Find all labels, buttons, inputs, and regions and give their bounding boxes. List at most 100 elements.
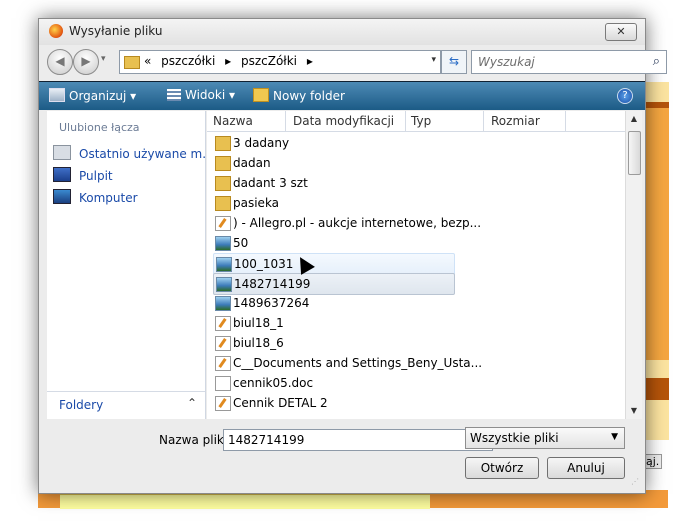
file-row[interactable]: 3 dadany [213,133,453,153]
favorite-link-desktop[interactable]: Pulpit [53,167,113,183]
background-yellow-bar [60,494,430,509]
breadcrumb-separator[interactable]: ▸ [307,54,313,68]
column-name[interactable]: Nazwa [213,114,253,128]
folder-icon [215,176,231,191]
filename-value: 1482714199 [228,433,305,447]
favorite-link-recent[interactable]: Ostatnio używane m... [53,145,214,161]
views-icon [167,89,181,101]
folder-icon [215,136,231,151]
file-name: dadant 3 szt [233,176,308,190]
favorite-label: Komputer [79,191,138,205]
file-row[interactable]: Cennik DETAL 2 [213,393,453,413]
file-row[interactable]: dadant 3 szt [213,173,453,193]
favorite-label: Pulpit [79,169,113,183]
organize-label: Organizuj ▾ [69,89,137,103]
file-name: 1489637264 [233,296,310,310]
file-upload-dialog: Wysyłanie pliku ✕ ◀ ▶ ▾ « pszczółki ▸ ps… [38,18,667,494]
organize-icon [49,88,65,102]
help-icon[interactable]: ? [617,88,633,104]
open-button[interactable]: Otwórz [465,457,539,479]
file-row[interactable]: biul18_1 [213,313,453,333]
file-type-value: Wszystkie pliki [470,431,559,445]
edit-document-icon [215,396,231,411]
search-icon[interactable]: ⌕ [653,54,660,69]
column-divider[interactable] [405,111,406,131]
new-folder-label: Nowy folder [273,89,345,103]
file-row[interactable]: cennik05.doc [213,373,453,393]
vertical-scrollbar[interactable]: ▲ ▼ [625,111,642,419]
edit-document-icon [215,316,231,331]
address-bar[interactable]: « pszczółki ▸ pszcZółki ▸ ▾ [119,50,441,74]
back-button[interactable]: ◀ [47,49,73,75]
file-name: 50 [233,236,249,250]
breadcrumb-separator[interactable]: ▸ [225,54,231,68]
image-icon [215,296,231,311]
folders-toggle[interactable]: Foldery ⌃ [47,391,205,418]
file-type-select[interactable]: Wszystkie pliki ▼ [465,427,625,449]
file-row[interactable]: biul18_6 [213,333,453,353]
edit-document-icon [215,336,231,351]
file-row-selected[interactable]: 1482714199 [213,273,455,295]
folder-icon [124,56,140,69]
column-date-modified[interactable]: Data modyfikacji [293,114,394,128]
folders-label: Foldery [59,398,104,412]
image-icon [215,236,231,251]
image-icon [216,257,232,272]
file-row[interactable]: C__Documents and Settings_Beny_Usta... [213,353,482,373]
chevron-up-icon[interactable]: ⌃ [187,396,197,410]
file-name: C__Documents and Settings_Beny_Usta... [233,356,483,370]
filename-input[interactable]: 1482714199 ▼ [223,429,493,451]
column-divider[interactable] [285,111,286,131]
views-label: Widoki ▾ [185,88,236,102]
computer-icon [53,189,71,204]
scroll-up-icon[interactable]: ▲ [626,111,642,127]
recent-pages-dropdown-icon[interactable]: ▾ [101,54,106,64]
forward-button[interactable]: ▶ [73,49,99,75]
scroll-down-icon[interactable]: ▼ [626,403,642,419]
navigation-row: ◀ ▶ ▾ « pszczółki ▸ pszcZółki ▸ ▾ ⇆ Wysz… [39,45,667,79]
toolbar: Organizuj ▾ Widoki ▾ Nowy folder ? [39,81,645,110]
refresh-icon[interactable]: ⇆ [441,50,467,74]
favorites-header: Ulubione łącza [59,121,140,134]
file-name: dadan [233,156,271,170]
file-name: 100_1031 [234,257,294,271]
column-size[interactable]: Rozmiar [491,114,540,128]
navigation-pane: Ulubione łącza Ostatnio używane m... Pul… [47,111,214,419]
views-menu-button[interactable]: Widoki ▾ [167,88,235,102]
resize-grip-icon[interactable]: ⋰ [631,477,639,486]
column-divider[interactable] [483,111,484,131]
image-icon [216,277,232,292]
search-placeholder: Wyszukaj [478,55,535,69]
address-dropdown-icon[interactable]: ▾ [431,55,436,65]
column-type[interactable]: Typ [411,114,431,128]
new-folder-button[interactable]: Nowy folder [253,88,345,103]
cancel-button[interactable]: Anuluj [547,457,625,479]
folder-icon [215,196,231,211]
scrollbar-thumb[interactable] [628,131,641,175]
file-row[interactable]: dadan [213,153,453,173]
search-input[interactable]: Wyszukaj ⌕ [471,50,667,74]
file-row[interactable]: ) - Allegro.pl - aukcje internetowe, bez… [213,213,481,233]
breadcrumb-overflow[interactable]: « [144,54,151,68]
file-name: biul18_6 [233,336,284,350]
document-icon [215,376,231,391]
column-divider[interactable] [565,111,566,131]
recent-places-icon [53,145,71,160]
file-row[interactable]: 1489637264 [213,293,453,313]
file-name: biul18_1 [233,316,284,330]
title-bar: Wysyłanie pliku ✕ [39,19,645,45]
file-row-hover[interactable]: 100_1031 [213,253,455,275]
chevron-down-icon[interactable]: ▼ [611,432,618,442]
firefox-icon [49,24,63,38]
breadcrumb: « pszczółki ▸ pszcZółki ▸ [144,54,319,68]
breadcrumb-item[interactable]: pszczółki [161,54,215,68]
organize-menu-button[interactable]: Organizuj ▾ [49,88,136,103]
column-header-row: Nazwa Data modyfikacji Typ Rozmiar [207,111,625,132]
file-row[interactable]: 50 [213,233,453,253]
close-button[interactable]: ✕ [605,23,637,41]
favorite-label: Ostatnio używane m... [79,147,214,161]
favorite-link-computer[interactable]: Komputer [53,189,138,205]
file-name: ) - Allegro.pl - aukcje internetowe, bez… [233,216,482,230]
file-row[interactable]: pasieka [213,193,453,213]
breadcrumb-item[interactable]: pszcZółki [241,54,297,68]
